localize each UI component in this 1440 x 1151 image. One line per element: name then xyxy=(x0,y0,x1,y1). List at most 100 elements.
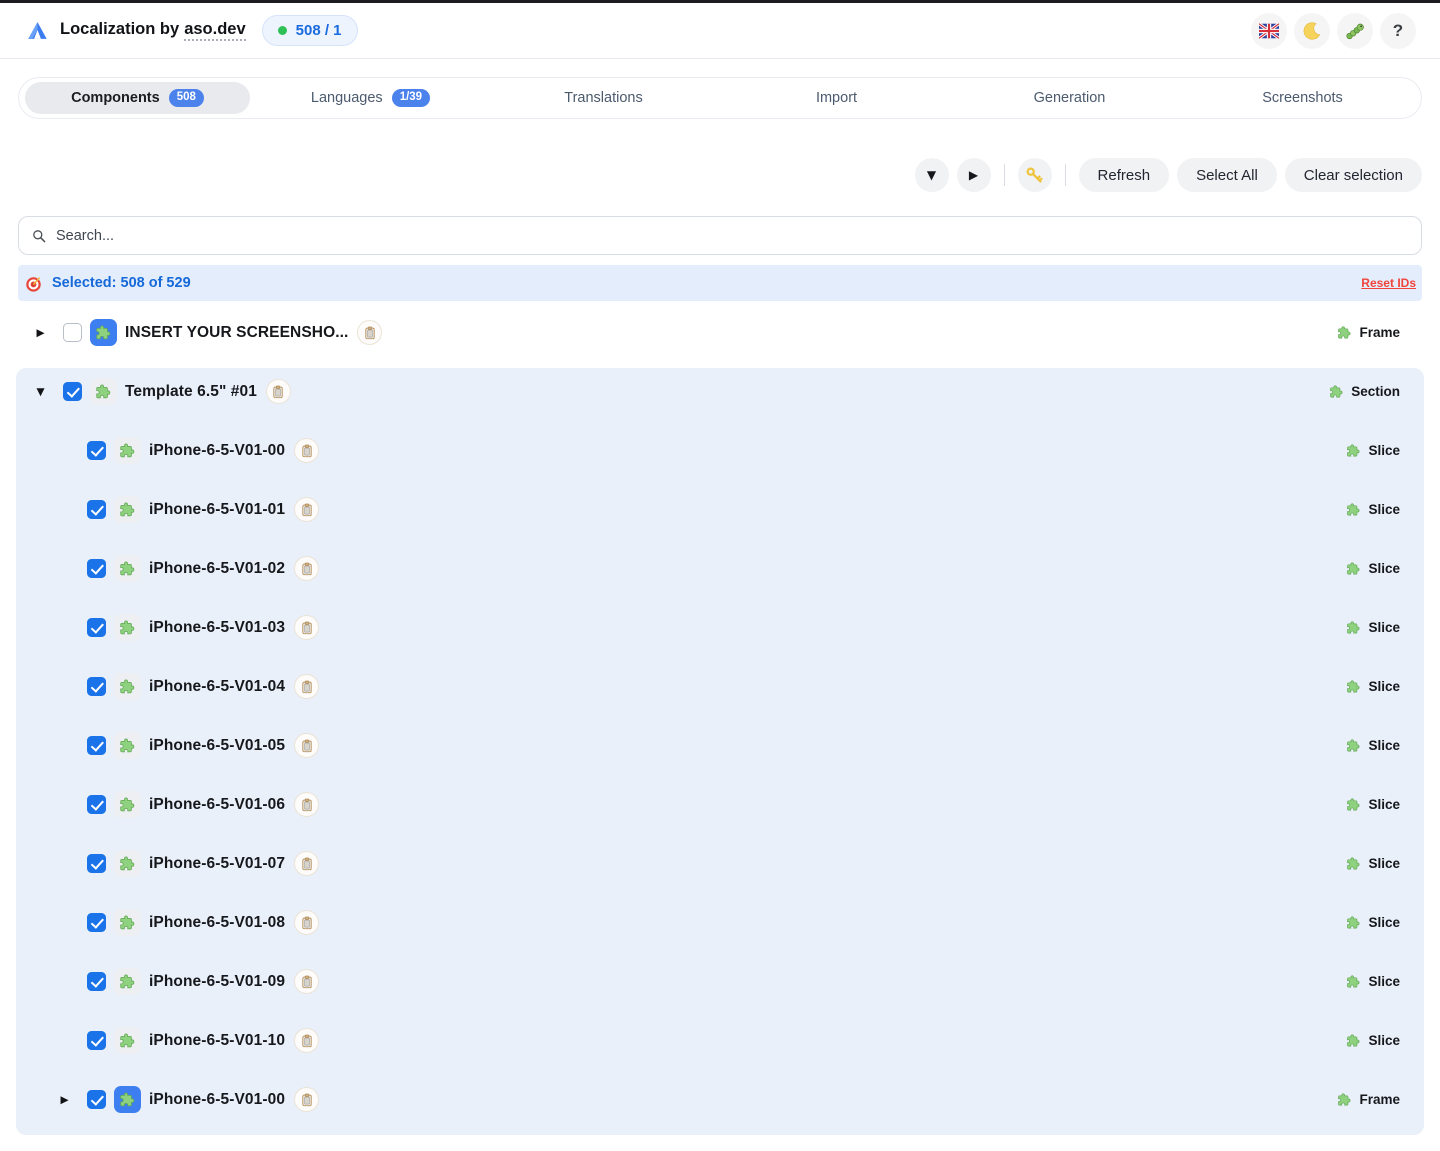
row-type-label: Slice xyxy=(1368,974,1400,989)
copy-id-button[interactable] xyxy=(294,438,319,463)
refresh-button[interactable]: Refresh xyxy=(1079,158,1170,192)
copy-id-button[interactable] xyxy=(294,556,319,581)
row-checkbox[interactable] xyxy=(87,736,106,755)
tab-translations[interactable]: Translations xyxy=(491,82,716,114)
row-label: iPhone-6-5-V01-05 xyxy=(149,737,285,755)
row-checkbox[interactable] xyxy=(87,854,106,873)
theme-toggle-button[interactable] xyxy=(1294,13,1330,49)
puzzle-icon xyxy=(119,973,136,990)
expand-all-button[interactable]: ▶ xyxy=(957,158,991,192)
copy-id-button[interactable] xyxy=(294,969,319,994)
puzzle-icon xyxy=(95,383,112,400)
row-type-badge: Slice xyxy=(1346,679,1400,694)
row-checkbox[interactable] xyxy=(63,323,82,342)
tab-languages[interactable]: Languages1/39 xyxy=(258,82,483,114)
expander[interactable]: ▶ xyxy=(42,1094,87,1106)
row-checkbox[interactable] xyxy=(87,795,106,814)
tab-generation[interactable]: Generation xyxy=(957,82,1182,114)
tab-badge: 1/39 xyxy=(392,89,430,107)
reset-ids-link[interactable]: Reset IDs xyxy=(1361,276,1416,290)
row-type-badge: Slice xyxy=(1346,1033,1400,1048)
puzzle-icon xyxy=(1346,856,1361,871)
tab-screenshots[interactable]: Screenshots xyxy=(1190,82,1415,114)
row-type-badge: Section xyxy=(1329,384,1400,399)
puzzle-icon xyxy=(119,855,136,872)
tree-row: iPhone-6-5-V01-00 Slice xyxy=(16,427,1424,474)
row-checkbox[interactable] xyxy=(63,382,82,401)
expander[interactable]: ▶ xyxy=(18,327,63,339)
puzzle-icon xyxy=(119,560,136,577)
tree-row: iPhone-6-5-V01-04 Slice xyxy=(16,663,1424,710)
puzzle-icon xyxy=(119,442,136,459)
row-label: iPhone-6-5-V01-00 xyxy=(149,1091,285,1109)
row-checkbox[interactable] xyxy=(87,677,106,696)
row-label: iPhone-6-5-V01-00 xyxy=(149,442,285,460)
help-button[interactable]: ? xyxy=(1380,13,1416,49)
row-type-label: Slice xyxy=(1368,856,1400,871)
row-label: iPhone-6-5-V01-02 xyxy=(149,560,285,578)
copy-id-button[interactable] xyxy=(294,674,319,699)
clipboard-icon xyxy=(300,916,314,930)
tree-row: iPhone-6-5-V01-08 Slice xyxy=(16,899,1424,946)
tab-import[interactable]: Import xyxy=(724,82,949,114)
copy-id-button[interactable] xyxy=(294,497,319,522)
key-button[interactable] xyxy=(1018,158,1052,192)
copy-id-button[interactable] xyxy=(357,320,382,345)
row-checkbox[interactable] xyxy=(87,441,106,460)
copy-id-button[interactable] xyxy=(294,851,319,876)
puzzle-icon xyxy=(119,1032,136,1049)
row-checkbox[interactable] xyxy=(87,972,106,991)
search-box[interactable] xyxy=(18,216,1422,255)
tree-row: iPhone-6-5-V01-02 Slice xyxy=(16,545,1424,592)
row-checkbox[interactable] xyxy=(87,559,106,578)
puzzle-icon xyxy=(1346,502,1361,517)
selected-rows-group: ▼ Template 6.5" #01 Section iPhone-6-5-V… xyxy=(16,368,1424,1135)
language-flag-button[interactable] xyxy=(1251,13,1287,49)
row-checkbox[interactable] xyxy=(87,913,106,932)
puzzle-icon xyxy=(1346,915,1361,930)
puzzle-icon xyxy=(119,737,136,754)
moon-icon xyxy=(1302,21,1322,41)
copy-id-button[interactable] xyxy=(294,1087,319,1112)
caterpillar-button[interactable] xyxy=(1337,13,1373,49)
tree-row: iPhone-6-5-V01-06 Slice xyxy=(16,781,1424,828)
row-checkbox[interactable] xyxy=(87,500,106,519)
row-checkbox[interactable] xyxy=(87,1031,106,1050)
row-label: iPhone-6-5-V01-06 xyxy=(149,796,285,814)
layer-icon xyxy=(90,319,117,346)
tab-label: Screenshots xyxy=(1262,90,1343,106)
row-checkbox[interactable] xyxy=(87,1090,106,1109)
copy-id-button[interactable] xyxy=(294,615,319,640)
copy-id-button[interactable] xyxy=(294,1028,319,1053)
copy-id-button[interactable] xyxy=(294,910,319,935)
layer-icon xyxy=(114,496,141,523)
aso-dev-link[interactable]: aso.dev xyxy=(184,20,245,41)
clear-selection-button[interactable]: Clear selection xyxy=(1285,158,1422,192)
copy-id-button[interactable] xyxy=(266,379,291,404)
collapse-all-button[interactable]: ▼ xyxy=(915,158,949,192)
puzzle-icon xyxy=(119,914,136,931)
puzzle-icon xyxy=(1329,384,1344,399)
search-input[interactable] xyxy=(54,227,1409,245)
select-all-button[interactable]: Select All xyxy=(1177,158,1277,192)
row-type-badge: Slice xyxy=(1346,443,1400,458)
tree-row: iPhone-6-5-V01-03 Slice xyxy=(16,604,1424,651)
layer-icon xyxy=(90,378,117,405)
tab-bar: Components508Languages1/39TranslationsIm… xyxy=(18,77,1422,119)
clipboard-icon xyxy=(300,621,314,635)
selection-bar: Selected: 508 of 529 Reset IDs xyxy=(18,265,1422,301)
row-checkbox[interactable] xyxy=(87,618,106,637)
key-icon xyxy=(1025,166,1044,185)
row-type-badge: Slice xyxy=(1346,856,1400,871)
row-label: iPhone-6-5-V01-04 xyxy=(149,678,285,696)
copy-id-button[interactable] xyxy=(294,792,319,817)
copy-id-button[interactable] xyxy=(294,733,319,758)
row-type-label: Slice xyxy=(1368,561,1400,576)
tab-components[interactable]: Components508 xyxy=(25,82,250,114)
row-label: iPhone-6-5-V01-09 xyxy=(149,973,285,991)
row-label: iPhone-6-5-V01-07 xyxy=(149,855,285,873)
expander[interactable]: ▼ xyxy=(18,386,63,398)
layer-icon xyxy=(114,437,141,464)
row-label: iPhone-6-5-V01-10 xyxy=(149,1032,285,1050)
layer-icon xyxy=(114,732,141,759)
